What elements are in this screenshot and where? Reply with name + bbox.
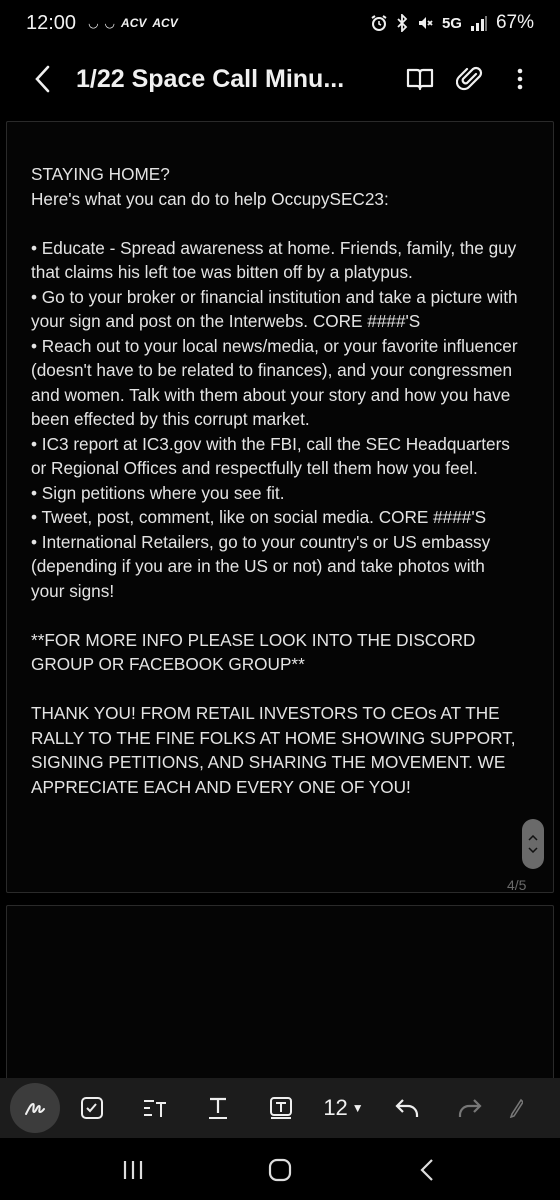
- status-bar: 12:00 ◡ ◡ ACV ACV 5G 67%: [0, 0, 560, 46]
- more-vert-icon: [517, 68, 523, 90]
- battery-level: 67%: [495, 12, 534, 33]
- home-icon: [268, 1158, 292, 1182]
- attach-button[interactable]: [452, 61, 488, 97]
- paragraph-style-button[interactable]: [123, 1083, 186, 1133]
- more-options-button[interactable]: [502, 61, 538, 97]
- book-icon: [406, 68, 434, 91]
- notification-icon: ACV: [152, 16, 178, 30]
- text-box-icon: [269, 1097, 292, 1119]
- note-text[interactable]: STAYING HOME? Here's what you can do to …: [31, 162, 521, 799]
- notification-icon: ACV: [121, 16, 147, 30]
- text-underline-icon: [208, 1097, 227, 1119]
- page-scroll-handle[interactable]: [522, 819, 544, 869]
- edit-icon: [509, 1098, 523, 1118]
- text-box-button[interactable]: [249, 1083, 312, 1133]
- recent-apps-button[interactable]: [103, 1145, 163, 1195]
- text-align-icon: [143, 1100, 166, 1117]
- notification-icon: ◡: [104, 16, 116, 30]
- note-title: 1/22 Space Call Minu...: [76, 64, 345, 93]
- pen-tool-button[interactable]: [10, 1083, 60, 1133]
- font-size-value: 12: [323, 1095, 348, 1120]
- system-nav-bar: [0, 1140, 560, 1200]
- app-bar: 1/22 Space Call Minu...: [0, 48, 560, 110]
- clock: 12:00: [26, 11, 77, 34]
- back-arrow-icon: [35, 65, 50, 93]
- reading-mode-button[interactable]: [402, 61, 438, 97]
- note-page-next[interactable]: [6, 905, 554, 1085]
- font-size-dropdown[interactable]: 12 ▼: [312, 1083, 375, 1133]
- mute-icon: [418, 17, 433, 29]
- note-page[interactable]: STAYING HOME? Here's what you can do to …: [6, 121, 554, 893]
- more-tools-button[interactable]: [501, 1083, 531, 1133]
- checkbox-icon: [80, 1097, 103, 1119]
- system-status: 5G 67%: [370, 12, 534, 34]
- redo-icon: [458, 1099, 482, 1117]
- home-button[interactable]: [250, 1145, 310, 1195]
- chevron-up-icon: [528, 835, 538, 841]
- nav-back-icon: [420, 1159, 433, 1181]
- page-indicator: 4/5: [507, 877, 527, 893]
- chevron-down-icon: [528, 847, 538, 853]
- redo-button[interactable]: [438, 1083, 501, 1133]
- network-type: 5G: [441, 14, 462, 32]
- caret-down-icon: ▼: [351, 1101, 364, 1115]
- checkbox-button[interactable]: [60, 1083, 123, 1133]
- signal-icon: [470, 16, 487, 31]
- text-format-button[interactable]: [186, 1083, 249, 1133]
- pen-icon: [25, 1102, 45, 1115]
- recent-apps-icon: [124, 1161, 143, 1179]
- bluetooth-icon: [397, 14, 408, 32]
- undo-button[interactable]: [375, 1083, 438, 1133]
- undo-icon: [394, 1099, 418, 1117]
- pen-toolbar: 12 ▼: [0, 1078, 560, 1138]
- nav-back-button[interactable]: [397, 1145, 457, 1195]
- back-button[interactable]: [12, 48, 72, 110]
- app-actions: [402, 61, 538, 97]
- alarm-icon: [371, 15, 387, 31]
- paperclip-icon: [456, 66, 483, 91]
- notification-icon: ◡: [88, 16, 99, 30]
- notification-icons: ◡ ◡ ACV ACV: [88, 16, 178, 30]
